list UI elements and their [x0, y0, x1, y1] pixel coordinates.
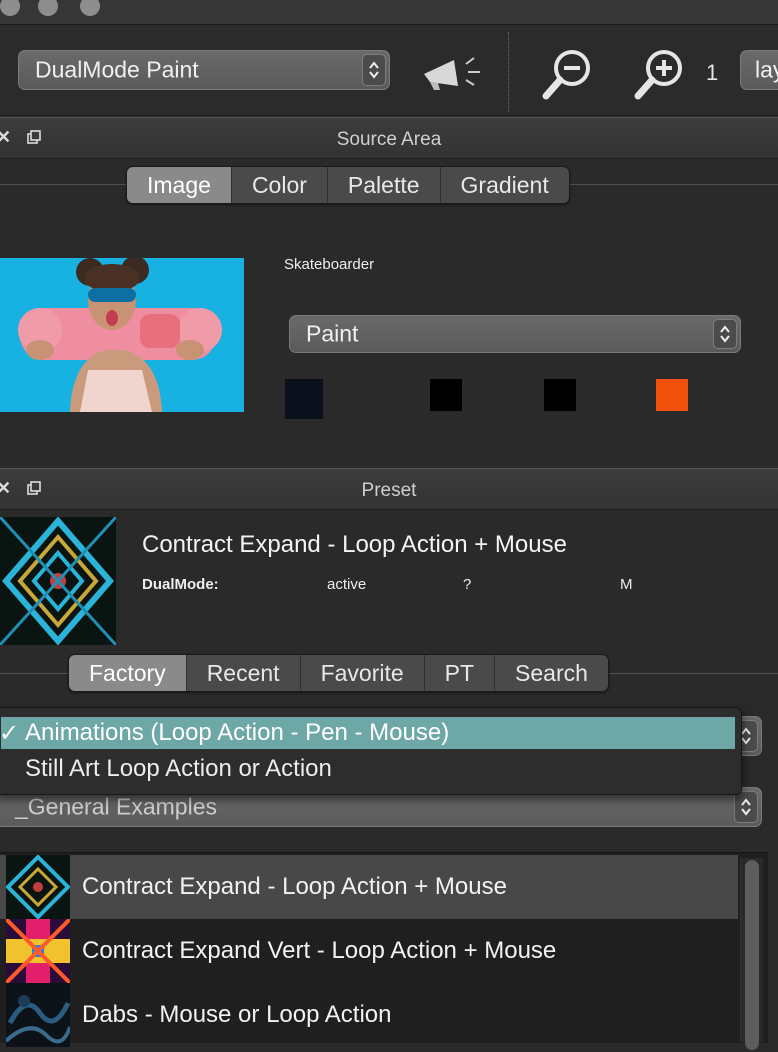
list-item-label: Contract Expand Vert - Loop Action + Mou… — [82, 937, 557, 964]
preset-item-thumbnail — [4, 983, 72, 1047]
paint-mode-label: Paint — [306, 320, 359, 347]
color-swatch-1[interactable] — [285, 379, 323, 419]
list-item[interactable]: Contract Expand Vert - Loop Action + Mou… — [0, 917, 738, 985]
menu-item-label: Animations (Loop Action - Pen - Mouse) — [25, 719, 450, 746]
list-item-label: Dabs - Mouse or Loop Action — [82, 1001, 392, 1028]
updown-chevron-icon — [713, 319, 737, 349]
preset-list-scrollbar[interactable] — [740, 858, 763, 1050]
mode-letter[interactable]: M — [620, 576, 633, 593]
layer-select[interactable]: lay — [740, 50, 778, 90]
updown-chevron-icon — [734, 791, 758, 823]
checkmark-icon: ✓ — [0, 720, 20, 747]
menu-item-still-art[interactable]: Still Art Loop Action or Action — [1, 753, 735, 785]
paint-mode-select[interactable]: Paint — [289, 315, 741, 353]
tab-color[interactable]: Color — [232, 167, 328, 203]
tab-favorite[interactable]: Favorite — [301, 655, 425, 691]
tab-factory[interactable]: Factory — [69, 655, 187, 691]
source-tabs: Image Color Palette Gradient — [126, 166, 570, 204]
color-swatch-2[interactable] — [430, 379, 462, 411]
zoom-window-button[interactable] — [80, 0, 100, 16]
help-button[interactable]: ? — [463, 576, 471, 593]
list-item-label: Contract Expand - Loop Action + Mouse — [82, 873, 507, 900]
category-dropdown-menu: ✓ Animations (Loop Action - Pen - Mouse)… — [0, 707, 742, 795]
toolbar-divider — [508, 32, 509, 112]
tab-gradient[interactable]: Gradient — [441, 167, 569, 203]
source-area-header: ✕ Source Area — [0, 117, 778, 159]
zoom-level: 1 — [706, 60, 719, 85]
preset-item-thumbnail — [4, 917, 72, 985]
tab-image[interactable]: Image — [127, 167, 232, 203]
brush-mode-select[interactable]: DualMode Paint — [18, 50, 390, 90]
source-image-name: Skateboarder — [284, 256, 375, 273]
close-window-button[interactable] — [0, 0, 20, 16]
group-select-label: _General Examples — [15, 793, 217, 820]
dualmode-status[interactable]: active — [327, 576, 366, 593]
tab-palette[interactable]: Palette — [328, 167, 441, 203]
preset-tabs: Factory Recent Favorite PT Search — [68, 654, 609, 692]
preset-header: ✕ Preset — [0, 468, 778, 510]
preset-name: Contract Expand - Loop Action + Mouse — [142, 531, 567, 558]
megaphone-icon[interactable] — [420, 52, 486, 92]
scrollbar-thumb[interactable] — [745, 860, 759, 1050]
zoom-out-icon[interactable] — [540, 46, 596, 102]
minimize-window-button[interactable] — [38, 0, 58, 16]
tab-search[interactable]: Search — [495, 655, 608, 691]
layer-select-label: lay — [755, 56, 778, 83]
color-swatch-3[interactable] — [544, 379, 576, 411]
tab-pt[interactable]: PT — [425, 655, 496, 691]
color-swatch-4[interactable] — [656, 379, 688, 411]
preset-item-thumbnail — [5, 854, 71, 920]
window-titlebar — [0, 0, 778, 25]
source-area-title: Source Area — [336, 129, 442, 150]
list-item[interactable]: Contract Expand - Loop Action + Mouse — [0, 854, 738, 920]
preset-title: Preset — [361, 480, 417, 501]
tab-recent[interactable]: Recent — [187, 655, 301, 691]
source-image-thumbnail[interactable] — [0, 258, 244, 412]
zoom-in-icon[interactable] — [632, 46, 688, 102]
preset-list: Contract Expand - Loop Action + Mouse Co… — [0, 852, 768, 1047]
preset-thumbnail[interactable] — [0, 517, 116, 645]
list-item[interactable]: Dabs - Mouse or Loop Action — [0, 983, 738, 1047]
updown-chevron-icon — [362, 54, 386, 86]
dualmode-label: DualMode: — [142, 576, 219, 593]
menu-item-label: Still Art Loop Action or Action — [25, 755, 332, 782]
menu-item-animations[interactable]: ✓ Animations (Loop Action - Pen - Mouse) — [0, 717, 735, 749]
brush-mode-label: DualMode Paint — [35, 56, 199, 83]
